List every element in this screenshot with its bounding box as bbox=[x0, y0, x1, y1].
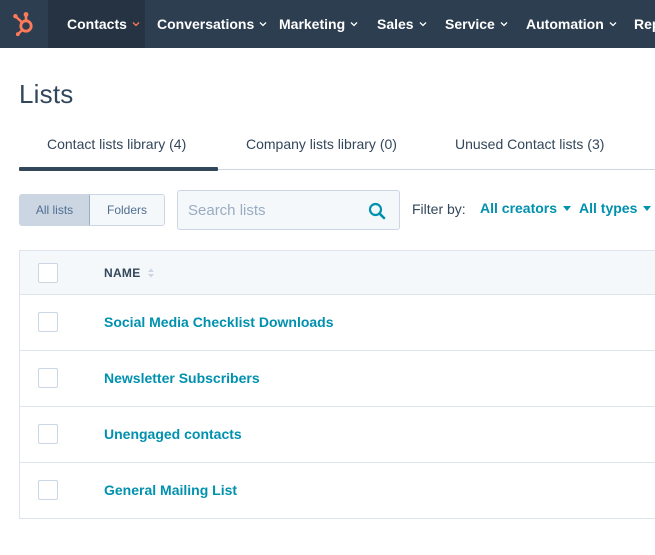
active-tab-indicator bbox=[19, 167, 218, 171]
row-checkbox[interactable] bbox=[38, 480, 58, 500]
filter-label: Filter by: bbox=[412, 201, 466, 217]
chevron-down-icon bbox=[419, 20, 427, 28]
tab-company-lists-library[interactable]: Company lists library (0) bbox=[246, 136, 397, 152]
types-dropdown[interactable]: All types bbox=[579, 200, 652, 216]
row-checkbox[interactable] bbox=[38, 312, 58, 332]
top-nav: Contacts Conversations Marketing Sales S… bbox=[0, 0, 655, 48]
nav-item-label: Contacts bbox=[67, 16, 127, 32]
nav-item-reports[interactable]: Rep bbox=[634, 0, 655, 48]
page-title: Lists bbox=[19, 79, 74, 109]
table-row: General Mailing List bbox=[19, 463, 655, 519]
list-name-link[interactable]: Newsletter Subscribers bbox=[104, 370, 260, 386]
list-name-link[interactable]: Social Media Checklist Downloads bbox=[104, 314, 334, 330]
select-all-checkbox[interactable] bbox=[38, 263, 58, 283]
all-lists-button[interactable]: All lists bbox=[20, 195, 90, 225]
caret-down-icon bbox=[643, 205, 652, 211]
caret-down-icon bbox=[563, 205, 572, 211]
nav-item-conversations[interactable]: Conversations bbox=[157, 0, 267, 48]
nav-item-label: Automation bbox=[526, 16, 604, 32]
row-checkbox[interactable] bbox=[38, 368, 58, 388]
folders-button[interactable]: Folders bbox=[90, 195, 164, 225]
table-header: NAME bbox=[19, 250, 655, 295]
search-box bbox=[177, 190, 400, 230]
nav-item-automation[interactable]: Automation bbox=[526, 0, 617, 48]
nav-item-contacts[interactable]: Contacts bbox=[48, 0, 145, 48]
chevron-down-icon bbox=[132, 20, 140, 28]
search-input[interactable] bbox=[178, 191, 358, 229]
name-column-label: NAME bbox=[104, 266, 141, 280]
tab-contact-lists-library[interactable]: Contact lists library (4) bbox=[47, 136, 186, 152]
list-name-link[interactable]: General Mailing List bbox=[104, 482, 237, 498]
nav-item-label: Conversations bbox=[157, 16, 255, 32]
hubspot-logo-icon[interactable] bbox=[0, 0, 48, 48]
creators-dropdown-label: All creators bbox=[480, 200, 558, 216]
row-checkbox[interactable] bbox=[38, 424, 58, 444]
nav-item-marketing[interactable]: Marketing bbox=[279, 0, 358, 48]
name-column-header[interactable]: NAME bbox=[104, 266, 155, 280]
chevron-down-icon bbox=[609, 20, 617, 28]
nav-item-label: Sales bbox=[377, 16, 414, 32]
table-row: Unengaged contacts bbox=[19, 407, 655, 463]
sort-icon bbox=[147, 267, 155, 279]
nav-item-label: Marketing bbox=[279, 16, 346, 32]
nav-item-service[interactable]: Service bbox=[445, 0, 508, 48]
nav-item-sales[interactable]: Sales bbox=[377, 0, 427, 48]
table-row: Social Media Checklist Downloads bbox=[19, 295, 655, 351]
nav-item-label: Rep bbox=[634, 16, 655, 32]
creators-dropdown[interactable]: All creators bbox=[480, 200, 572, 216]
table-row: Newsletter Subscribers bbox=[19, 351, 655, 407]
chevron-down-icon bbox=[259, 20, 267, 28]
search-icon[interactable] bbox=[368, 202, 386, 220]
chevron-down-icon bbox=[500, 20, 508, 28]
tab-unused-contact-lists[interactable]: Unused Contact lists (3) bbox=[455, 136, 604, 152]
lists-table: NAME Social Media Checklist Downloads Ne… bbox=[19, 250, 655, 519]
list-name-link[interactable]: Unengaged contacts bbox=[104, 426, 242, 442]
chevron-down-icon bbox=[350, 20, 358, 28]
nav-item-label: Service bbox=[445, 16, 495, 32]
types-dropdown-label: All types bbox=[579, 200, 638, 216]
view-toggle: All lists Folders bbox=[19, 194, 165, 226]
